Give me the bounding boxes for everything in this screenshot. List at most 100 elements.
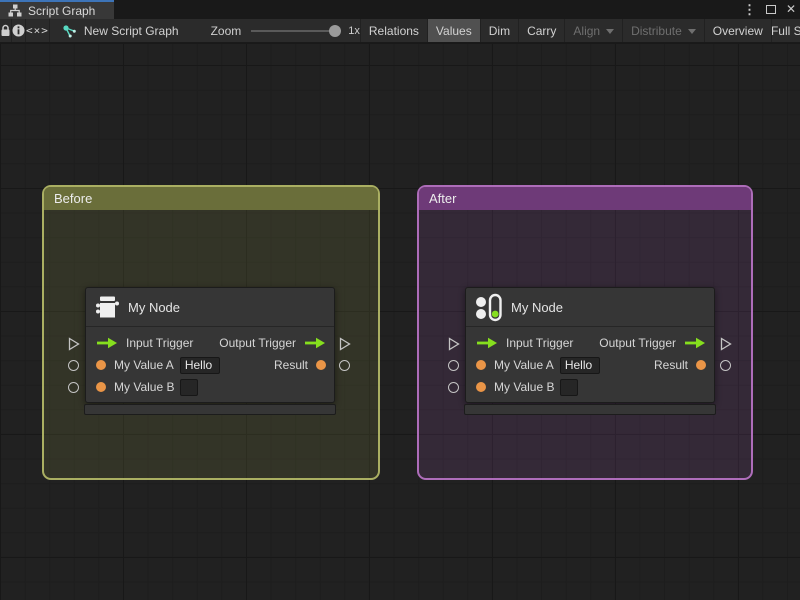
input-trigger-port[interactable]: Input Trigger xyxy=(96,336,193,350)
info-button[interactable] xyxy=(12,19,26,42)
ext-trigger-in-port[interactable] xyxy=(448,337,460,351)
zoom-slider-track xyxy=(251,29,342,32)
zoom-slider-handle[interactable] xyxy=(329,24,342,37)
code-view-button[interactable]: <×> xyxy=(26,19,50,42)
my-value-b-port[interactable]: My Value B xyxy=(476,378,579,396)
node-before-ports: Input Trigger Output Trigger My Value A xyxy=(86,327,334,402)
my-value-a-field[interactable]: Hello xyxy=(179,356,220,374)
window-menu-icon[interactable]: ⋮ xyxy=(743,0,756,19)
info-icon xyxy=(12,24,25,37)
ext-value-out-port[interactable] xyxy=(720,360,731,371)
overview-button[interactable]: Overview xyxy=(703,19,771,42)
ext-trigger-in-port[interactable] xyxy=(68,337,80,351)
full-screen-label: Full Screen xyxy=(770,23,800,38)
input-trigger-label: Input Trigger xyxy=(506,336,574,350)
values-label: Values xyxy=(435,23,472,38)
my-value-b-label: My Value B xyxy=(114,380,175,394)
window-controls: ⋮ ✕ xyxy=(743,0,796,19)
node-after[interactable]: My Node Input Trigger Output Trigger My … xyxy=(465,287,715,403)
zoom-slider[interactable] xyxy=(251,24,342,38)
full-screen-button[interactable]: Full Screen xyxy=(770,19,800,42)
carry-label: Carry xyxy=(527,23,557,38)
node-after-header[interactable]: My Node xyxy=(466,288,714,327)
align-dropdown[interactable]: Align xyxy=(564,19,622,42)
chevron-down-icon xyxy=(687,29,696,34)
my-value-a-label: My Value A xyxy=(114,358,174,372)
node-before-header[interactable]: My Node xyxy=(86,288,334,327)
input-trigger-port[interactable]: Input Trigger xyxy=(476,336,573,350)
dim-button[interactable]: Dim xyxy=(479,19,518,42)
group-before-header[interactable]: Before xyxy=(44,187,378,210)
graph-name: New Script Graph xyxy=(83,23,179,38)
new-graph-icon xyxy=(63,24,76,37)
my-value-b-field[interactable] xyxy=(560,378,579,396)
relations-button[interactable]: Relations xyxy=(359,19,427,42)
zoom-value: 1x xyxy=(348,24,360,37)
port-row-trigger: Input Trigger Output Trigger xyxy=(466,332,714,354)
ext-value-in-port[interactable] xyxy=(68,382,79,393)
input-trigger-label: Input Trigger xyxy=(126,336,194,350)
lock-icon xyxy=(1,24,10,36)
node-default-icon xyxy=(96,296,119,317)
node-before-footer xyxy=(84,404,336,415)
my-value-b-port[interactable]: My Value B xyxy=(96,378,199,396)
window-close-icon[interactable]: ✕ xyxy=(786,0,796,19)
my-value-b-label: My Value B xyxy=(494,380,555,394)
graph-hierarchy-icon xyxy=(8,4,22,17)
ext-trigger-out-port[interactable] xyxy=(720,337,732,351)
graph-canvas[interactable]: Before After My Node Input Trigger Outpu… xyxy=(0,44,800,600)
port-row-value-b: My Value B xyxy=(86,376,334,398)
output-trigger-port[interactable]: Output Trigger xyxy=(219,336,326,350)
tab-script-graph[interactable]: Script Graph xyxy=(0,0,114,19)
group-before-title: Before xyxy=(54,191,93,206)
node-before[interactable]: My Node Input Trigger Output Trigger My … xyxy=(85,287,335,403)
result-port[interactable]: Result xyxy=(654,358,706,372)
value-port-icon xyxy=(476,382,486,392)
distribute-label: Distribute xyxy=(631,23,682,38)
output-trigger-label: Output Trigger xyxy=(599,336,676,350)
port-row-trigger: Input Trigger Output Trigger xyxy=(86,332,334,354)
overview-label: Overview xyxy=(712,23,763,38)
node-title: My Node xyxy=(128,299,181,315)
values-button[interactable]: Values xyxy=(426,19,480,42)
lock-button[interactable] xyxy=(0,19,12,42)
port-row-value-b: My Value B xyxy=(466,376,714,398)
zoom-label: Zoom xyxy=(210,23,242,38)
trigger-arrow-icon xyxy=(305,337,325,349)
output-trigger-port[interactable]: Output Trigger xyxy=(599,336,706,350)
chevron-down-icon xyxy=(606,29,615,34)
ext-value-in-port[interactable] xyxy=(68,360,79,371)
distribute-dropdown[interactable]: Distribute xyxy=(622,19,704,42)
tab-title: Script Graph xyxy=(28,3,96,18)
tab-bar: Script Graph ⋮ ✕ xyxy=(0,0,800,19)
graph-toolbar: <×> New Script Graph Zoom 1x Relations V… xyxy=(0,19,800,43)
node-toggle-icon xyxy=(476,293,502,322)
node-title: My Node xyxy=(511,299,564,315)
result-label: Result xyxy=(653,358,688,372)
group-after-header[interactable]: After xyxy=(419,187,751,210)
ext-value-in-port[interactable] xyxy=(448,382,459,393)
trigger-arrow-icon xyxy=(477,337,497,349)
ext-value-out-port[interactable] xyxy=(339,360,350,371)
value-port-icon xyxy=(476,360,486,370)
value-port-icon xyxy=(96,360,106,370)
value-port-icon xyxy=(96,382,106,392)
trigger-arrow-icon xyxy=(685,337,705,349)
my-value-a-label: My Value A xyxy=(494,358,554,372)
result-label: Result xyxy=(273,358,308,372)
carry-button[interactable]: Carry xyxy=(518,19,564,42)
value-port-icon xyxy=(316,360,326,370)
my-value-a-port[interactable]: My Value A Hello xyxy=(96,356,220,374)
my-value-b-field[interactable] xyxy=(180,378,199,396)
ext-trigger-out-port[interactable] xyxy=(339,337,351,351)
value-port-icon xyxy=(696,360,706,370)
graph-name-section[interactable]: New Script Graph xyxy=(50,19,189,42)
node-after-footer xyxy=(464,404,716,415)
my-value-a-port[interactable]: My Value A Hello xyxy=(476,356,600,374)
ext-value-in-port[interactable] xyxy=(448,360,459,371)
window-maximize-icon[interactable] xyxy=(765,5,776,14)
result-port[interactable]: Result xyxy=(274,358,326,372)
my-value-a-field[interactable]: Hello xyxy=(559,356,600,374)
relations-label: Relations xyxy=(368,23,419,38)
trigger-arrow-icon xyxy=(97,337,117,349)
